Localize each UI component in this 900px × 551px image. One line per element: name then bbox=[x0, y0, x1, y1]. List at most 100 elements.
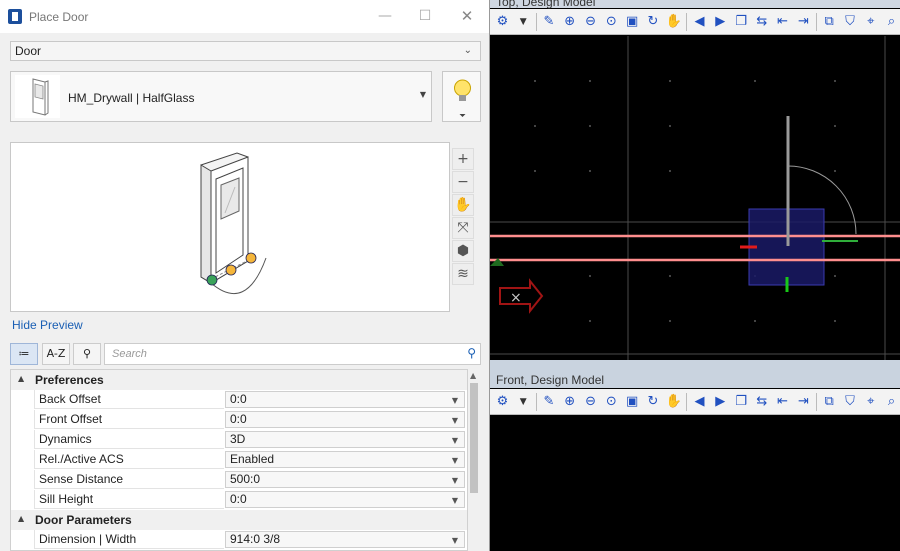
alphabetical-view-button[interactable]: A-Z bbox=[42, 343, 70, 365]
dialog-titlebar[interactable]: Place Door — ☐ ✕ bbox=[0, 0, 489, 33]
view-clip-icon[interactable]: ⧉ bbox=[821, 393, 838, 411]
door-preview-panel[interactable] bbox=[10, 142, 450, 312]
last-view-icon[interactable]: ⇥ bbox=[795, 393, 812, 411]
dropdown-arrow-icon: ▼ bbox=[419, 90, 426, 99]
camera-icon[interactable]: ⌖ bbox=[862, 13, 879, 31]
preview-toolbar: + − ✋ ⤧ ⬢ ≋ bbox=[452, 148, 474, 285]
dropdown-arrow-icon: ▼ bbox=[451, 536, 458, 545]
minimize-button[interactable]: — bbox=[370, 5, 400, 27]
property-row: Dimension | Width 914:0 3/8 ▼ bbox=[11, 530, 467, 550]
rotate-icon[interactable]: ↻ bbox=[645, 13, 662, 31]
element-type-select[interactable]: Door ⌄ bbox=[10, 41, 481, 61]
group-header-preferences[interactable]: ▲ Preferences bbox=[11, 370, 467, 390]
swap-icon[interactable]: ⇆ bbox=[753, 13, 770, 31]
top-view-window[interactable]: Top, Design Model ⚙ ▼ ✎ ⊕ ⊖ ⊙ ▣ ↻ ✋ ◀ ▶ … bbox=[490, 0, 900, 360]
pan-hand-icon[interactable]: ✋ bbox=[452, 194, 474, 216]
more-icon[interactable]: ⌕ bbox=[883, 393, 900, 411]
chevron-down-icon[interactable]: ▼ bbox=[515, 393, 532, 411]
place-door-dialog: Place Door — ☐ ✕ Door ⌄ HM_Drywall | Hal… bbox=[0, 0, 490, 551]
property-value: Enabled bbox=[230, 452, 275, 466]
lightbulb-options-button[interactable] bbox=[442, 71, 481, 122]
zoom-out-icon[interactable]: ⊖ bbox=[582, 393, 599, 411]
zoom-in-icon[interactable]: ⊕ bbox=[561, 13, 578, 31]
property-value-dropdown[interactable]: 914:0 3/8 ▼ bbox=[225, 531, 465, 548]
front-view-canvas[interactable] bbox=[490, 416, 900, 551]
property-value-dropdown[interactable]: 0:0 ▼ bbox=[225, 491, 465, 508]
categorized-view-button[interactable]: ≔ bbox=[10, 343, 38, 365]
zoom-in-icon[interactable]: ⊕ bbox=[561, 393, 578, 411]
property-value: 0:0 bbox=[230, 392, 247, 406]
property-value-dropdown[interactable]: 0:0 ▼ bbox=[225, 391, 465, 408]
view-cube-icon[interactable]: ⬢ bbox=[452, 240, 474, 262]
paint-icon[interactable]: ✎ bbox=[541, 13, 558, 31]
door-family-name: HM_Drywall | HalfGlass bbox=[68, 91, 195, 105]
hide-preview-link[interactable]: Hide Preview bbox=[12, 318, 83, 332]
swap-icon[interactable]: ⇆ bbox=[753, 393, 770, 411]
view-settings-icon[interactable]: ⚙ bbox=[494, 393, 511, 411]
zoom-in-icon[interactable]: + bbox=[452, 148, 474, 170]
previous-view-icon[interactable]: ◀ bbox=[691, 393, 708, 411]
next-view-icon[interactable]: ▶ bbox=[712, 393, 729, 411]
properties-grid: ▲ Preferences Back Offset 0:0 ▼ Front Off… bbox=[10, 369, 468, 551]
copy-view-icon[interactable]: ❐ bbox=[733, 393, 750, 411]
properties-scrollbar[interactable]: ▲ bbox=[468, 369, 480, 551]
door-3d-preview bbox=[200, 152, 267, 294]
collapse-triangle-icon[interactable]: ▲ bbox=[18, 514, 24, 523]
property-value-dropdown[interactable]: 3D ▼ bbox=[225, 431, 465, 448]
chevron-down-icon[interactable]: ▼ bbox=[515, 13, 532, 31]
first-view-icon[interactable]: ⇤ bbox=[774, 13, 791, 31]
property-name: Back Offset bbox=[34, 390, 224, 409]
next-view-icon[interactable]: ▶ bbox=[712, 13, 729, 31]
last-view-icon[interactable]: ⇥ bbox=[795, 13, 812, 31]
dialog-title: Place Door bbox=[29, 10, 89, 24]
fit-view-icon[interactable]: ⊙ bbox=[603, 393, 620, 411]
more-icon[interactable]: ⌕ bbox=[883, 13, 900, 31]
previous-view-icon[interactable]: ◀ bbox=[691, 13, 708, 31]
scrollbar-thumb[interactable] bbox=[470, 383, 478, 493]
filter-button[interactable]: ⚲ bbox=[73, 343, 101, 365]
search-icon[interactable]: ⚲ bbox=[467, 346, 476, 360]
property-value: 500:0 bbox=[230, 472, 261, 486]
dropdown-arrow-icon: ▼ bbox=[451, 456, 458, 465]
fit-view-icon[interactable]: ⤧ bbox=[452, 217, 474, 239]
close-button[interactable]: ✕ bbox=[452, 5, 482, 27]
scroll-up-icon[interactable]: ▲ bbox=[470, 371, 476, 380]
zoom-out-icon[interactable]: ⊖ bbox=[582, 13, 599, 31]
clip-volume-icon[interactable]: ⛉ bbox=[842, 393, 859, 411]
toolbar-separator bbox=[535, 12, 537, 31]
element-type-value: Door bbox=[15, 44, 42, 58]
window-area-icon[interactable]: ▣ bbox=[624, 13, 641, 31]
view-clip-icon[interactable]: ⧉ bbox=[821, 13, 838, 31]
clip-volume-icon[interactable]: ⛉ bbox=[842, 13, 859, 31]
pan-icon[interactable]: ✋ bbox=[665, 393, 682, 411]
toolbar-separator bbox=[535, 392, 537, 411]
view-titlebar: Top, Design Model bbox=[490, 0, 900, 9]
door-family-picker[interactable]: HM_Drywall | HalfGlass ▼ bbox=[10, 71, 432, 122]
group-header-door-parameters[interactable]: ▲ Door Parameters bbox=[11, 510, 467, 530]
fit-view-icon[interactable]: ⊙ bbox=[603, 13, 620, 31]
property-row: Dynamics 3D ▼ bbox=[11, 430, 467, 450]
property-value-dropdown[interactable]: 500:0 ▼ bbox=[225, 471, 465, 488]
property-value-dropdown[interactable]: Enabled ▼ bbox=[225, 451, 465, 468]
front-view-window[interactable]: Front, Design Model ⚙ ▼ ✎ ⊕ ⊖ ⊙ ▣ ↻ ✋ ◀ … bbox=[490, 370, 900, 551]
maximize-button[interactable]: ☐ bbox=[410, 5, 440, 27]
camera-icon[interactable]: ⌖ bbox=[862, 393, 879, 411]
paint-icon[interactable]: ✎ bbox=[541, 393, 558, 411]
property-row: Rel./Active ACS Enabled ▼ bbox=[11, 450, 467, 470]
window-area-icon[interactable]: ▣ bbox=[624, 393, 641, 411]
top-view-canvas[interactable]: × bbox=[490, 36, 900, 360]
collapse-triangle-icon[interactable]: ▲ bbox=[18, 374, 24, 383]
search-input[interactable]: Search ⚲ bbox=[104, 343, 481, 365]
zoom-out-icon[interactable]: − bbox=[452, 171, 474, 193]
first-view-icon[interactable]: ⇤ bbox=[774, 393, 791, 411]
property-name: Sill Height bbox=[34, 490, 224, 509]
pan-icon[interactable]: ✋ bbox=[665, 13, 682, 31]
copy-view-icon[interactable]: ❐ bbox=[733, 13, 750, 31]
view-settings-icon[interactable]: ⚙ bbox=[494, 13, 511, 31]
acs-x-label: × bbox=[510, 290, 522, 306]
layers-icon[interactable]: ≋ bbox=[452, 263, 474, 285]
door-thumbnail-icon bbox=[15, 75, 60, 118]
rotate-icon[interactable]: ↻ bbox=[645, 393, 662, 411]
dropdown-arrow-icon: ▼ bbox=[451, 396, 458, 405]
property-value-dropdown[interactable]: 0:0 ▼ bbox=[225, 411, 465, 428]
